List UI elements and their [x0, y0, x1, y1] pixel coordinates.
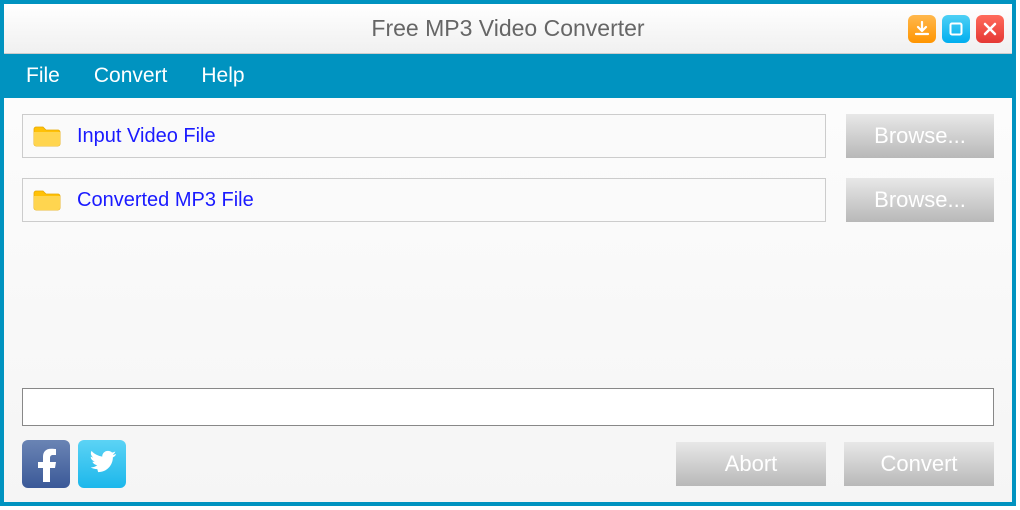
- abort-button[interactable]: Abort: [676, 442, 826, 486]
- maximize-icon[interactable]: [942, 15, 970, 43]
- folder-icon: [33, 125, 61, 147]
- output-file-row: Converted MP3 File Browse...: [22, 178, 994, 222]
- browse-output-button[interactable]: Browse...: [846, 178, 994, 222]
- titlebar: Free MP3 Video Converter: [4, 4, 1012, 54]
- folder-icon: [33, 189, 61, 211]
- convert-button[interactable]: Convert: [844, 442, 994, 486]
- input-file-placeholder: Input Video File: [77, 125, 216, 148]
- content-area: Input Video File Browse... Converted MP3…: [4, 98, 1012, 502]
- download-icon[interactable]: [908, 15, 936, 43]
- menu-help[interactable]: Help: [201, 64, 244, 88]
- social-buttons: [22, 440, 126, 488]
- menu-file[interactable]: File: [26, 64, 60, 88]
- menu-convert[interactable]: Convert: [94, 64, 168, 88]
- output-file-field[interactable]: Converted MP3 File: [22, 178, 826, 222]
- footer: Abort Convert: [22, 440, 994, 488]
- progress-row: [22, 388, 994, 426]
- twitter-icon[interactable]: [78, 440, 126, 488]
- browse-input-button[interactable]: Browse...: [846, 114, 994, 158]
- facebook-icon[interactable]: [22, 440, 70, 488]
- output-file-placeholder: Converted MP3 File: [77, 189, 254, 212]
- app-title: Free MP3 Video Converter: [371, 15, 644, 42]
- action-buttons: Abort Convert: [676, 442, 994, 486]
- menubar: File Convert Help: [4, 54, 1012, 98]
- input-file-field[interactable]: Input Video File: [22, 114, 826, 158]
- close-icon[interactable]: [976, 15, 1004, 43]
- app-window: Free MP3 Video Converter File Convert He…: [0, 0, 1016, 506]
- input-file-row: Input Video File Browse...: [22, 114, 994, 158]
- window-controls: [908, 15, 1004, 43]
- progress-bar: [22, 388, 994, 426]
